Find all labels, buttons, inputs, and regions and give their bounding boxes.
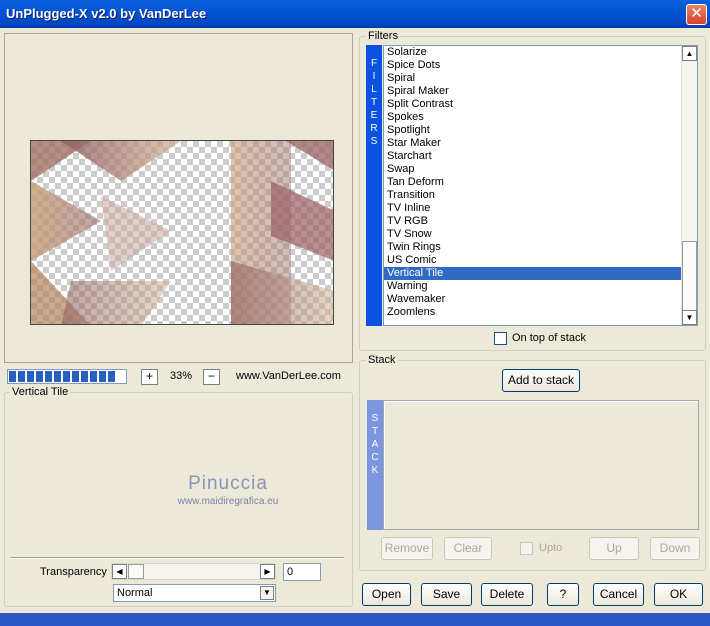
progress-block <box>72 371 79 382</box>
progress-bar <box>7 369 127 384</box>
scroll-up-icon[interactable]: ▲ <box>682 46 697 61</box>
up-button[interactable]: Up <box>589 537 639 560</box>
progress-block <box>9 371 16 382</box>
ok-button[interactable]: OK <box>654 583 703 606</box>
side-letter: S <box>371 413 379 424</box>
upto-checkbox[interactable] <box>520 542 533 555</box>
cancel-button[interactable]: Cancel <box>593 583 644 606</box>
filters-list[interactable]: Solarize Spice Dots Spiral Spiral Maker Spli… <box>383 45 698 326</box>
slider-thumb[interactable] <box>128 564 144 579</box>
blend-mode-select[interactable]: Normal ▼ <box>113 584 276 602</box>
filters-group-label: Filters <box>366 30 400 42</box>
side-letter: E <box>370 110 378 121</box>
transparency-slider[interactable]: ◀ ▶ <box>111 563 276 580</box>
side-letter: A <box>371 439 379 450</box>
chevron-down-icon[interactable]: ▼ <box>260 586 274 600</box>
filter-item[interactable]: Zoomlens <box>384 306 697 319</box>
save-button[interactable]: Save <box>421 583 472 606</box>
progress-block <box>18 371 25 382</box>
filter-item[interactable]: TV Snow <box>384 228 697 241</box>
window-title: UnPlugged-X v2.0 by VanDerLee <box>6 6 207 21</box>
filter-item[interactable]: TV RGB <box>384 215 697 228</box>
scroll-left-icon[interactable]: ◀ <box>112 564 127 579</box>
filter-item[interactable]: Spotlight <box>384 124 697 137</box>
clear-button[interactable]: Clear <box>444 537 492 560</box>
scroll-right-icon[interactable]: ▶ <box>260 564 275 579</box>
progress-block <box>27 371 34 382</box>
watermark: Pinuccia www.maidiregrafica.eu <box>158 473 298 507</box>
filter-item[interactable]: Star Maker <box>384 137 697 150</box>
stack-list[interactable] <box>383 400 699 530</box>
website-link[interactable]: www.VanDerLee.com <box>236 370 341 382</box>
progress-block <box>81 371 88 382</box>
filter-item[interactable]: Tan Deform <box>384 176 697 189</box>
transparency-label: Transparency <box>40 566 107 578</box>
help-button[interactable]: ? <box>547 583 579 606</box>
taskbar-strip <box>0 613 710 626</box>
open-button[interactable]: Open <box>362 583 411 606</box>
filter-item[interactable]: Spice Dots <box>384 59 697 72</box>
side-letter: C <box>371 452 379 463</box>
down-button[interactable]: Down <box>650 537 700 560</box>
filter-settings-label: Vertical Tile <box>10 386 71 398</box>
delete-button[interactable]: Delete <box>481 583 533 606</box>
filters-scrollbar[interactable]: ▲ ▼ <box>681 46 697 325</box>
side-letter: R <box>370 123 378 134</box>
filter-item[interactable]: US Comic <box>384 254 697 267</box>
side-letter: T <box>370 97 378 108</box>
transparency-input[interactable]: 0 <box>283 563 321 581</box>
side-letter: L <box>371 84 377 95</box>
filter-item[interactable]: Split Contrast <box>384 98 697 111</box>
filters-side-bar: FILTERS <box>366 45 382 326</box>
progress-block <box>63 371 70 382</box>
add-to-stack-button[interactable]: Add to stack <box>502 369 580 392</box>
progress-block <box>45 371 52 382</box>
side-letter: F <box>370 58 378 69</box>
zoom-level: 33% <box>170 370 193 382</box>
filter-item[interactable]: Vertical Tile <box>384 267 697 280</box>
remove-button[interactable]: Remove <box>381 537 433 560</box>
watermark-title: Pinuccia <box>188 473 268 494</box>
progress-block <box>54 371 61 382</box>
preview-panel <box>4 33 353 363</box>
side-letter: I <box>372 71 376 82</box>
close-icon: ✕ <box>690 5 703 22</box>
blend-mode-value: Normal <box>117 587 153 599</box>
filter-item[interactable]: Swap <box>384 163 697 176</box>
preview-pattern <box>31 141 333 324</box>
progress-block <box>36 371 43 382</box>
progress-block <box>108 371 115 382</box>
stack-group-label: Stack <box>366 354 398 366</box>
preview-image[interactable] <box>30 140 334 325</box>
filter-item[interactable]: Starchart <box>384 150 697 163</box>
on-top-label: On top of stack <box>512 332 586 344</box>
filter-items: Solarize Spice Dots Spiral Spiral Maker Spli… <box>384 46 697 319</box>
filter-item[interactable]: Warning <box>384 280 697 293</box>
filter-item[interactable]: Wavemaker <box>384 293 697 306</box>
upto-label: Upto <box>539 542 563 554</box>
scroll-down-icon[interactable]: ▼ <box>682 310 697 325</box>
filter-item[interactable]: Spokes <box>384 111 697 124</box>
title-bar: UnPlugged-X v2.0 by VanDerLee ✕ <box>0 0 710 28</box>
close-button[interactable]: ✕ <box>686 4 707 25</box>
progress-block <box>90 371 97 382</box>
filter-item[interactable]: Spiral Maker <box>384 85 697 98</box>
filter-item[interactable]: TV Inline <box>384 202 697 215</box>
zoom-in-button[interactable]: + <box>141 369 158 385</box>
side-letter: S <box>370 136 378 147</box>
zoom-out-button[interactable]: − <box>203 369 220 385</box>
scroll-thumb[interactable] <box>682 241 697 316</box>
progress-block <box>99 371 106 382</box>
side-letter: T <box>371 426 379 437</box>
watermark-url: www.maidiregrafica.eu <box>177 496 279 507</box>
filter-item[interactable]: Twin Rings <box>384 241 697 254</box>
filter-item[interactable]: Solarize <box>384 46 697 59</box>
stack-side-bar: STACK <box>367 400 383 530</box>
filter-item[interactable]: Spiral <box>384 72 697 85</box>
filter-item[interactable]: Transition <box>384 189 697 202</box>
side-letter: K <box>371 465 379 476</box>
divider <box>10 557 344 559</box>
on-top-checkbox[interactable] <box>494 332 507 345</box>
